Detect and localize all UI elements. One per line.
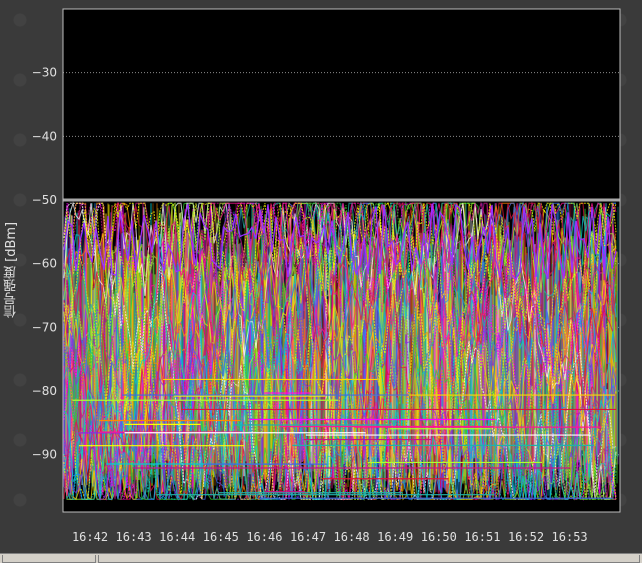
- x-tick-label: 16:52: [508, 530, 544, 544]
- y-tick-label: −70: [32, 320, 57, 334]
- x-tick-label: 16:45: [203, 530, 239, 544]
- x-tick-label: 16:48: [334, 530, 370, 544]
- x-tick-label: 16:44: [159, 530, 195, 544]
- y-tick-label: −40: [32, 129, 57, 143]
- x-tick-label: 16:46: [246, 530, 282, 544]
- y-tick-label: −50: [32, 193, 57, 207]
- signal-chart: −30−40−50−60−70−80−90 16:42 16:43 16:44 16:…: [32, 8, 621, 544]
- x-tick-label: 16:49: [377, 530, 413, 544]
- x-tick-label: 16:43: [116, 530, 152, 544]
- x-tick-label: 16:53: [552, 530, 588, 544]
- chart-panel: −30 −40 −50 −60 −70 −80 −90 16:42 16:43 16:44 16:…: [0, 0, 642, 562]
- y-tick-label: −30: [32, 66, 57, 80]
- y-axis-label: 信号强度 [dBm]: [4, 221, 19, 319]
- x-tick-label: 16:42: [72, 530, 108, 544]
- x-tick-labels: 16:42 16:43 16:44 16:45 16:46 16:47 16:48 16:49…: [72, 530, 588, 544]
- x-tick-label: 16:51: [464, 530, 500, 544]
- x-tick-label: 16:50: [421, 530, 457, 544]
- x-tick-label: 16:47: [290, 530, 326, 544]
- y-tick-labels: −30 −40 −50 −60 −70 −80 −90: [32, 66, 57, 462]
- y-tick-label: −60: [32, 257, 57, 271]
- y-tick-label: −80: [32, 384, 57, 398]
- y-tick-label: −90: [32, 448, 57, 462]
